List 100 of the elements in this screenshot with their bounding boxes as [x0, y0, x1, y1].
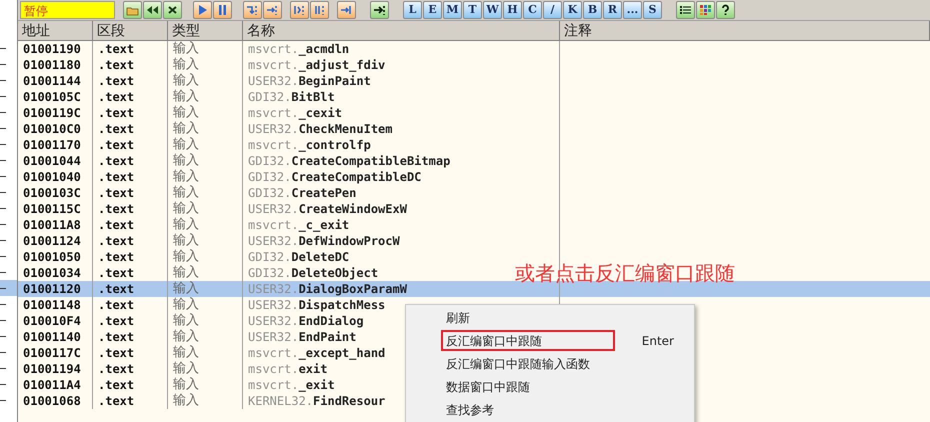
- section-cell: .text: [98, 58, 134, 72]
- name-cell: msvcrt._adjust_fdiv: [248, 58, 386, 72]
- name-cell: msvcrt._cexit: [248, 106, 342, 120]
- name-cell: USER32.CheckMenuItem: [248, 122, 392, 136]
- name-cell: GDI32.CreateCompatibleBitmap: [248, 154, 450, 168]
- type-cell: 输入: [173, 201, 199, 216]
- color-grid-icon[interactable]: [696, 1, 715, 19]
- window-button[interactable]: E: [423, 1, 442, 19]
- run-to-icon[interactable]: [337, 1, 356, 19]
- address-cell: 0100105C: [23, 90, 81, 104]
- type-cell: 输入: [173, 361, 199, 376]
- column-header[interactable]: 区段: [93, 21, 168, 40]
- step-over-icon[interactable]: [263, 1, 282, 19]
- type-cell: 输入: [173, 121, 199, 136]
- column-header[interactable]: 名称: [243, 21, 560, 40]
- list-icon[interactable]: [676, 1, 695, 19]
- address-cell: 0100119C: [23, 106, 81, 120]
- name-cell: msvcrt._except_hand: [248, 346, 386, 360]
- type-cell: 输入: [173, 185, 199, 200]
- type-cell: 输入: [173, 393, 199, 408]
- window-button[interactable]: C: [523, 1, 542, 19]
- address-cell: 01001034: [23, 266, 81, 280]
- section-cell: .text: [98, 298, 134, 312]
- section-cell: .text: [98, 266, 134, 280]
- trace-over-icon[interactable]: [310, 1, 329, 19]
- menu-item[interactable]: 查找参考: [406, 398, 694, 421]
- section-cell: .text: [98, 138, 134, 152]
- window-button[interactable]: K: [563, 1, 582, 19]
- name-cell: KERNEL32.FindResour: [248, 394, 386, 408]
- address-cell: 01001140: [23, 330, 81, 344]
- window-button[interactable]: L: [403, 1, 422, 19]
- trace-into-icon[interactable]: [290, 1, 309, 19]
- window-button[interactable]: T: [463, 1, 482, 19]
- address-cell: 010011A8: [23, 218, 81, 232]
- address-cell: 01001044: [23, 154, 81, 168]
- column-header[interactable]: 地址: [18, 21, 93, 40]
- address-cell: 010011A4: [23, 378, 81, 392]
- menu-item[interactable]: 刷新: [406, 306, 694, 329]
- pause-icon[interactable]: [213, 1, 232, 19]
- address-cell: 010010C0: [23, 122, 81, 136]
- address-cell: 01001190: [23, 42, 81, 56]
- close-icon[interactable]: [163, 1, 182, 19]
- name-cell: msvcrt._c_exit: [248, 218, 350, 232]
- section-cell: .text: [98, 202, 134, 216]
- rewind-icon[interactable]: [143, 1, 162, 19]
- column-header[interactable]: 注释: [560, 21, 930, 40]
- section-cell: .text: [98, 234, 134, 248]
- menu-item[interactable]: 数据窗口中跟随: [406, 375, 694, 398]
- window-button[interactable]: R: [603, 1, 622, 19]
- section-cell: .text: [98, 170, 134, 184]
- type-cell: 输入: [173, 153, 199, 168]
- address-cell: 01001124: [23, 234, 81, 248]
- type-cell: 输入: [173, 249, 199, 264]
- status-label: 暂停: [20, 1, 115, 19]
- section-cell: .text: [98, 378, 134, 392]
- section-cell: .text: [98, 154, 134, 168]
- open-file-icon[interactable]: [123, 1, 142, 19]
- window-button[interactable]: B: [583, 1, 602, 19]
- section-cell: .text: [98, 90, 134, 104]
- type-cell: 输入: [173, 377, 199, 392]
- type-cell: 输入: [173, 313, 199, 328]
- section-cell: .text: [98, 122, 134, 136]
- type-cell: 输入: [173, 137, 199, 152]
- name-cell: msvcrt.exit: [248, 362, 328, 376]
- type-cell: 输入: [173, 73, 199, 88]
- name-cell: msvcrt._exit: [248, 378, 335, 392]
- address-cell: 01001068: [23, 394, 81, 408]
- address-cell: 01001180: [23, 58, 81, 72]
- window-button[interactable]: W: [483, 1, 502, 19]
- type-cell: 输入: [173, 233, 199, 248]
- type-cell: 输入: [173, 169, 199, 184]
- section-cell: .text: [98, 314, 134, 328]
- section-cell: .text: [98, 362, 134, 376]
- name-cell: GDI32.DeleteDC: [248, 250, 350, 264]
- column-header[interactable]: 类型: [168, 21, 243, 40]
- type-cell: 输入: [173, 345, 199, 360]
- name-cell: USER32.EndPaint: [248, 330, 356, 344]
- window-button[interactable]: S: [643, 1, 662, 19]
- address-cell: 0100117C: [23, 346, 81, 360]
- window-button[interactable]: H: [503, 1, 522, 19]
- address-cell: 01001120: [23, 282, 81, 296]
- section-cell: .text: [98, 394, 134, 408]
- name-cell: msvcrt._acmdln: [248, 42, 350, 56]
- help-icon[interactable]: [716, 1, 735, 19]
- address-cell: 01001194: [23, 362, 81, 376]
- window-button[interactable]: M: [443, 1, 462, 19]
- go-to-icon[interactable]: [370, 1, 389, 19]
- type-cell: 输入: [173, 41, 199, 56]
- section-cell: .text: [98, 42, 134, 56]
- section-cell: .text: [98, 74, 134, 88]
- menu-item[interactable]: 反汇编窗口中跟随输入函数: [406, 352, 694, 375]
- name-cell: USER32.DefWindowProcW: [248, 234, 400, 248]
- address-cell: 01001050: [23, 250, 81, 264]
- window-button[interactable]: /: [543, 1, 562, 19]
- type-cell: 输入: [173, 89, 199, 104]
- play-icon[interactable]: [193, 1, 212, 19]
- window-button[interactable]: ...: [623, 1, 642, 19]
- step-into-icon[interactable]: [243, 1, 262, 19]
- address-cell: 0100115C: [23, 202, 81, 216]
- name-cell: USER32.EndDialog: [248, 314, 364, 328]
